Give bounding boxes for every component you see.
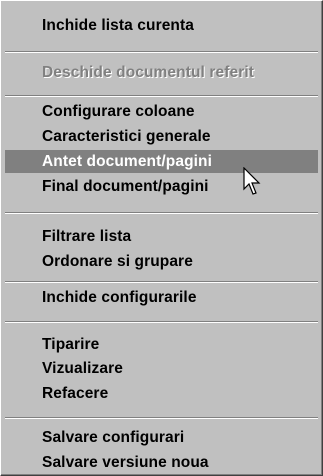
menu-item-filtrare-lista[interactable]: Filtrare lista [1, 225, 309, 248]
menu-separator [5, 212, 318, 214]
menu-separator [5, 51, 318, 53]
menu-item-refacere[interactable]: Refacere [1, 382, 309, 405]
menu-item-inchide-configurarile[interactable]: Inchide configurarile [1, 286, 309, 309]
menu-item-caracteristici-generale[interactable]: Caracteristici generale [1, 125, 309, 148]
menu-item-vizualizare[interactable]: Vizualizare [1, 357, 309, 380]
menu-item-inchide-lista-curenta[interactable]: Inchide lista curenta [1, 14, 309, 37]
menu-item-configurare-coloane[interactable]: Configurare coloane [1, 100, 309, 123]
menu-item-tiparire[interactable]: Tiparire [1, 333, 309, 356]
menu-separator [5, 321, 318, 323]
menu-item-deschide-documentul-referit: Deschide documentul referit [42, 64, 254, 81]
menu-item-salvare-configurari[interactable]: Salvare configurari [1, 426, 309, 449]
menu-separator [5, 281, 318, 283]
menu-item-salvare-versiune-noua[interactable]: Salvare versiune noua [1, 451, 309, 474]
menu-separator [5, 417, 318, 419]
menu-item-antet-document-pagini[interactable]: Antet document/pagini [5, 150, 318, 173]
menu-separator [5, 95, 318, 97]
arrow-pointer-icon [243, 167, 261, 195]
menu-item-ordonare-si-grupare[interactable]: Ordonare si grupare [1, 250, 309, 273]
context-menu: Inchide lista curenta Deschide documentu… [0, 0, 323, 476]
